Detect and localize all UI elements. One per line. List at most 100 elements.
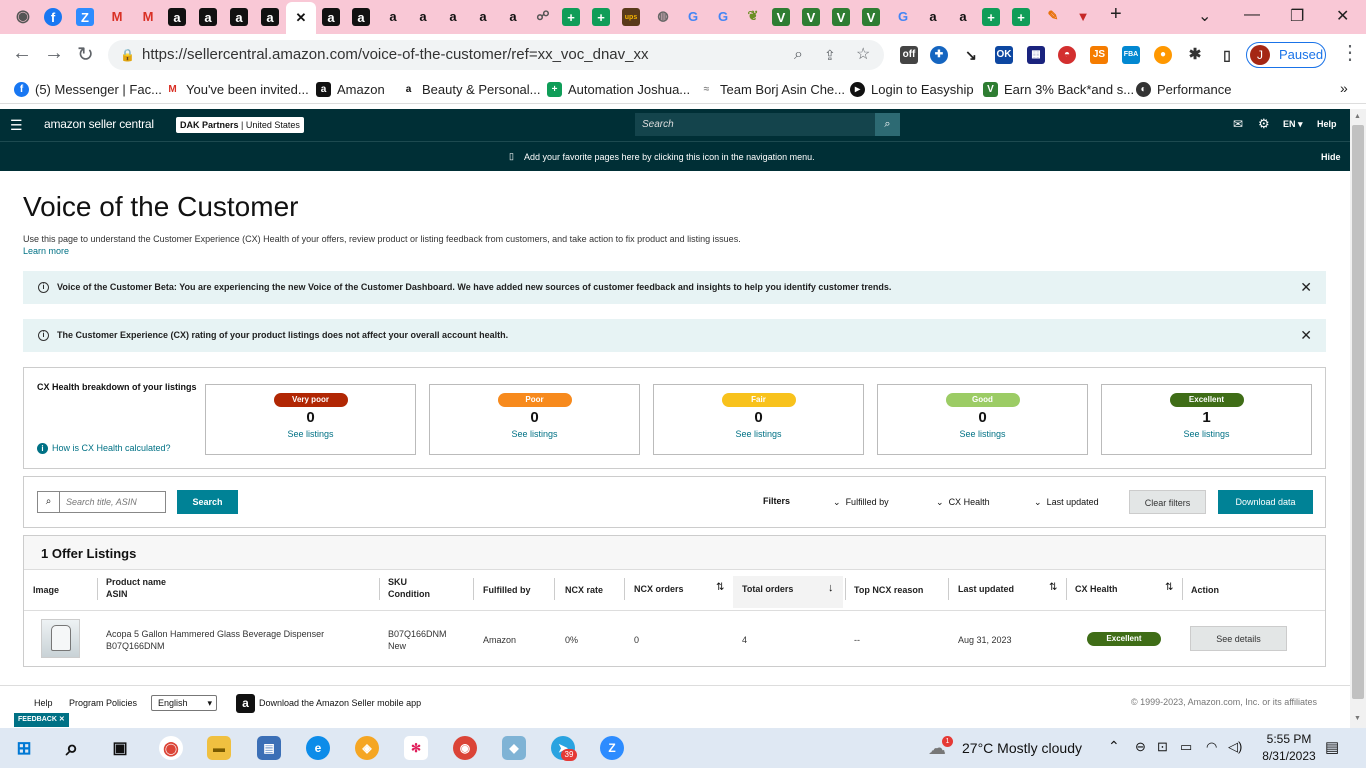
tray-chevron-icon[interactable]: ⌃ [1108,738,1120,755]
new-tab-button[interactable]: + [1110,3,1122,26]
orange-extension-icon[interactable]: ● [1154,46,1172,64]
pokeball-extension-icon[interactable]: ◓ [1058,46,1076,64]
learn-more-link[interactable]: Learn more [23,246,69,256]
clock[interactable]: 5:55 PM 8/31/2023 [1261,732,1317,763]
see-listings-link[interactable]: See listings [430,429,639,439]
amazon-smile-tab-icon[interactable]: a [922,5,944,27]
bookmark-automation[interactable]: + Automation Joshua... [547,82,690,97]
bookmark-performance[interactable]: ◐ Performance [1136,82,1231,97]
windows-start-icon[interactable]: ⊞ [12,736,36,760]
chrome-profile-icon[interactable]: ◉ [453,736,477,760]
sort-icon[interactable]: ⇅ [1049,582,1057,593]
gmail-tab-icon[interactable]: M [137,5,159,27]
download-data-button[interactable]: Download data [1218,490,1313,514]
tab-search-chevron-icon[interactable]: ⌄ [1198,6,1211,26]
js-extension-icon[interactable]: JS [1090,46,1108,64]
url-bar[interactable]: 🔒 https://sellercentral.amazon.com/voice… [108,40,884,70]
pen-tab-icon[interactable]: ✎ [1042,5,1064,27]
bookmark-beauty[interactable]: a Beauty & Personal... [401,82,541,97]
vine-tab-icon[interactable]: V [832,8,850,26]
sheets-tab-icon[interactable]: + [562,8,580,26]
sheets-tab-icon[interactable]: + [982,8,1000,26]
app-icon[interactable]: ◆ [502,736,526,760]
header-search-input[interactable]: Search [635,113,875,136]
google-tab-icon[interactable]: G [712,5,734,27]
sort-down-icon[interactable]: ↓ [828,582,834,594]
sort-icon[interactable]: ⇅ [716,582,724,593]
google-tab-icon[interactable]: G [682,5,704,27]
bookmark-amazon[interactable]: a Amazon [316,82,385,97]
see-listings-link[interactable]: See listings [1102,429,1311,439]
fba-extension-icon[interactable]: FBA [1122,46,1140,64]
hide-favorites-button[interactable]: Hide [1321,152,1341,162]
amazon-tab-icon[interactable]: a [352,8,370,26]
back-icon[interactable]: ← [12,42,32,65]
clear-filters-button[interactable]: Clear filters [1129,490,1206,514]
hamburger-menu-icon[interactable]: ☰ [10,117,23,134]
last-updated-dropdown[interactable]: ⌄ Last updated [1034,497,1099,508]
plant-tab-icon[interactable]: ❦ [742,5,764,27]
maximize-icon[interactable]: ❐ [1290,6,1304,26]
zoom-icon[interactable]: Z [600,736,624,760]
settings-gear-icon[interactable]: ⚙ [1258,116,1270,132]
vpn-icon[interactable]: ◈ [355,736,379,760]
feedback-button[interactable]: FEEDBACK ✕ [14,713,69,727]
amazon-tab-icon[interactable]: a [230,8,248,26]
off-extension-icon[interactable]: off [900,46,918,64]
bookmark-invite[interactable]: M You've been invited... [165,82,309,97]
active-tab-close-icon[interactable]: ✕ [286,2,316,34]
amazon-tab-icon[interactable]: a [199,8,217,26]
wifi-icon[interactable]: ◠ [1206,739,1217,755]
vine-tab-icon[interactable]: V [772,8,790,26]
reload-icon[interactable]: ↻ [77,42,94,67]
amazon-smile-tab-icon[interactable]: a [472,5,494,27]
task-view-icon[interactable]: ▣ [108,736,132,760]
header-search-icon[interactable]: ⌕ [875,113,900,136]
search-button[interactable]: Search [177,490,238,514]
help-link[interactable]: Help [1317,119,1337,129]
battery-icon[interactable]: ▭ [1180,739,1192,755]
amazon-smile-tab-icon[interactable]: a [502,5,524,27]
bookmark-earn[interactable]: V Earn 3% Back*and s... [983,82,1134,97]
search-icon[interactable]: ⌕ [60,735,84,760]
vine-tab-icon[interactable]: V [862,8,880,26]
how-calculated-link[interactable]: i How is CX Health calculated? [37,443,171,454]
see-listings-link[interactable]: See listings [878,429,1087,439]
bookmark-team-borj[interactable]: ≈ Team Borj Asin Che... [699,82,845,97]
seller-central-logo[interactable]: amazon seller central [44,117,154,131]
puzzle-extensions-icon[interactable]: ✱ [1186,46,1204,64]
zoom-icon[interactable]: ⌕ [794,40,803,70]
zoom-tab-icon[interactable]: Z [76,8,94,26]
extension-icon[interactable]: ✚ [930,46,948,64]
vine-tab-icon[interactable]: V [802,8,820,26]
amazon-smile-tab-icon[interactable]: a [952,5,974,27]
file-explorer-icon[interactable]: ▬ [207,736,231,760]
tray-icon[interactable]: ⊖ [1135,739,1146,755]
slack-icon[interactable]: ✻ [404,736,428,760]
amazon-tab-icon[interactable]: a [261,8,279,26]
notifications-icon[interactable]: ▤ [1325,738,1339,756]
triangle-tab-icon[interactable]: ▼ [1072,5,1094,27]
amazon-tab-icon[interactable]: a [322,8,340,26]
amazon-smile-tab-icon[interactable]: a [412,5,434,27]
google-tab-icon[interactable]: G [892,5,914,27]
gmail-tab-icon[interactable]: M [106,5,128,27]
close-window-icon[interactable]: ✕ [1336,6,1349,26]
chrome-taskbar-icon[interactable]: ◉ [159,736,183,760]
ups-tab-icon[interactable]: ups [622,8,640,26]
close-banner-icon[interactable]: ✕ [1300,271,1312,304]
amazon-smile-tab-icon[interactable]: a [442,5,464,27]
product-name-link[interactable]: Acopa 5 Gallon Hammered Glass Beverage D… [106,628,324,640]
sort-icon[interactable]: ⇅ [1165,582,1173,593]
network-app-icon[interactable]: ▤ [257,736,281,760]
language-selector[interactable]: EN ▾ [1283,119,1303,130]
product-thumbnail[interactable] [41,619,80,658]
sheets-tab-icon[interactable]: + [1012,8,1030,26]
amazon-smile-tab-icon[interactable]: a [382,5,404,27]
scrollbar[interactable]: ▲ ▼ [1350,109,1366,728]
bookmark-star-icon[interactable]: ☆ [856,40,870,70]
program-policies-link[interactable]: Program Policies [69,698,137,708]
sidepanel-icon[interactable]: ▯ [1218,46,1236,64]
weather-text[interactable]: 27°C Mostly cloudy [962,740,1082,756]
footer-language-select[interactable]: English ▾ [151,695,217,711]
